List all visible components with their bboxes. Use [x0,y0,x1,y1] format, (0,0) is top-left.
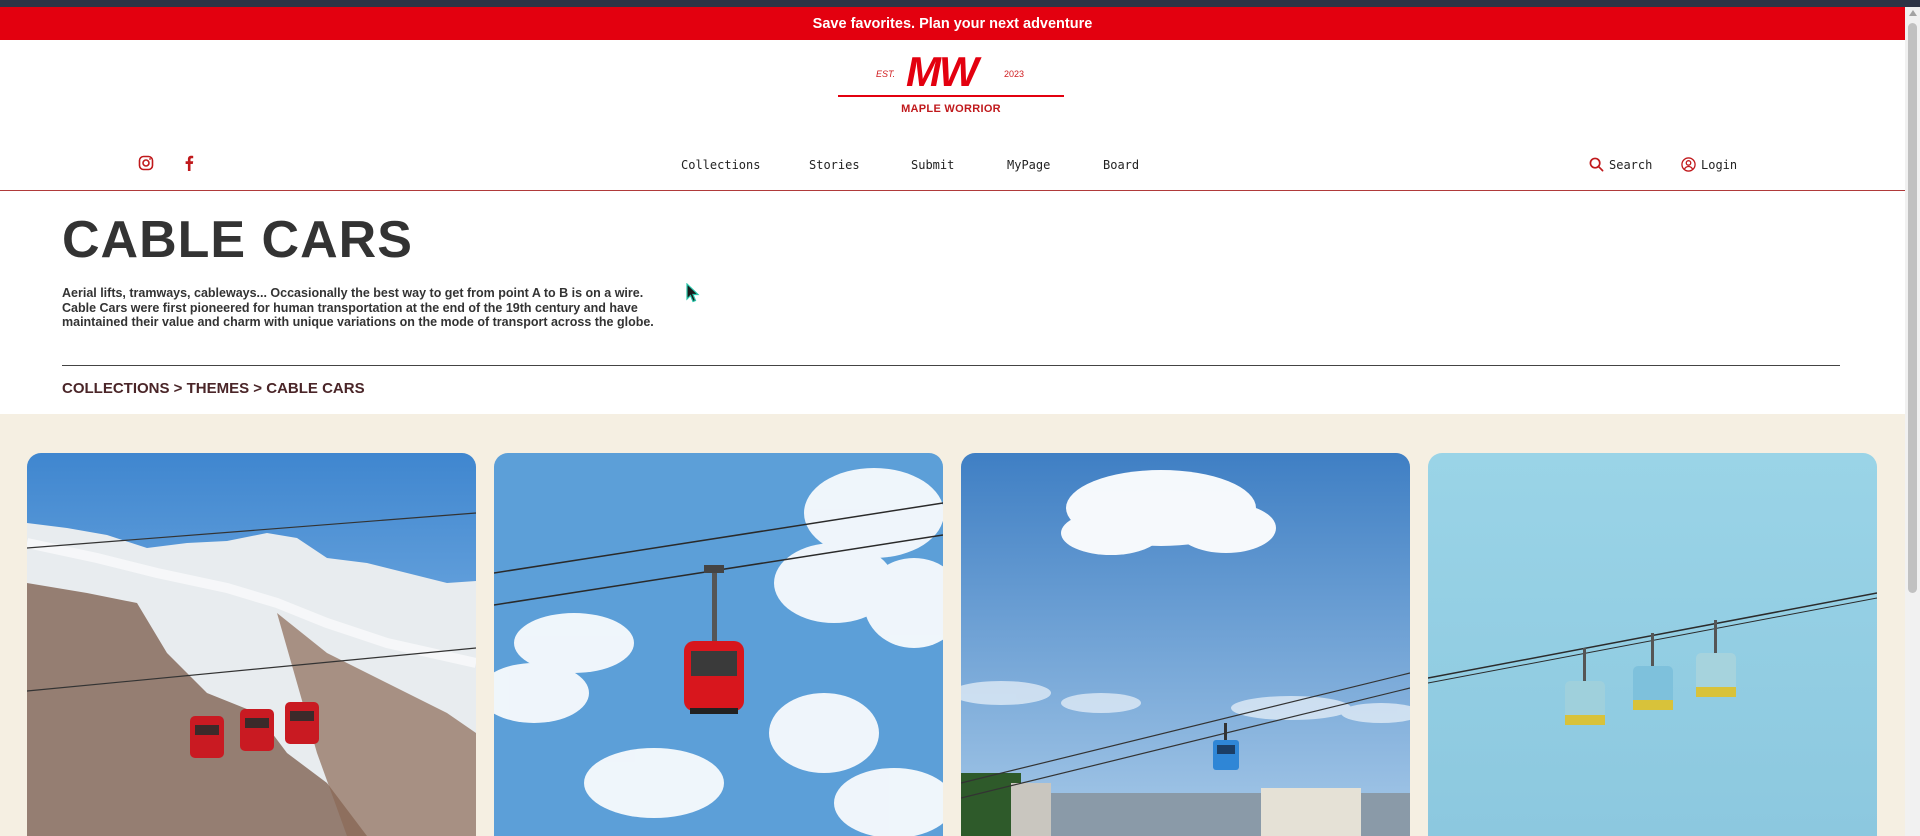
window-top-strip [0,0,1920,7]
promo-banner-text: Save favorites. Plan your next adventure [812,15,1093,32]
gallery-card[interactable] [27,453,476,836]
logo-name: MAPLE WORRIOR [901,103,1001,115]
breadcrumb-collections[interactable]: COLLECTIONS [62,380,170,397]
page-scrollbar[interactable] [1905,7,1920,836]
logo-est: EST. [876,69,896,79]
scrollbar-thumb[interactable] [1908,23,1917,593]
nav-submit[interactable]: Submit [911,158,954,172]
breadcrumb-current: CABLE CARS [266,380,365,397]
logo-rule [838,95,1064,97]
logo-year: 2023 [1004,69,1025,79]
gallery-card[interactable] [494,453,943,836]
facebook-link[interactable] [182,155,196,176]
facebook-icon [185,155,194,171]
instagram-link[interactable] [138,155,154,176]
nav-mypage[interactable]: MyPage [1007,158,1050,172]
gallery-card-image [961,453,1410,836]
breadcrumb-separator: > [173,380,187,397]
login-label: Login [1701,157,1738,172]
search-button[interactable]: Search [1589,157,1652,172]
nav-collections[interactable]: Collections [681,158,760,172]
gallery-card-image [27,453,476,836]
page-description: Aerial lifts, tramways, cableways... Occ… [62,286,654,329]
gallery-card-image [494,453,943,836]
header-divider [0,190,1905,191]
breadcrumb: COLLECTIONS > THEMES > CABLE CARS [62,380,365,397]
breadcrumb-separator: > [253,380,267,397]
gallery-card-image [1428,453,1877,836]
login-button[interactable]: Login [1681,157,1737,172]
user-icon [1681,157,1696,172]
gallery-card[interactable] [961,453,1410,836]
gallery-card[interactable] [1428,453,1877,836]
nav-board[interactable]: Board [1103,158,1139,172]
search-icon [1589,157,1604,172]
search-label: Search [1609,157,1653,172]
mouse-cursor-icon [686,282,700,308]
breadcrumb-themes[interactable]: THEMES [187,380,250,397]
nav-stories[interactable]: Stories [809,158,860,172]
logo-monogram: MW [906,48,979,95]
scroll-up-arrow-icon[interactable] [1909,10,1917,16]
content-divider [62,365,1840,366]
site-logo[interactable]: EST. MW 2023 MAPLE WORRIOR [838,51,1064,121]
instagram-icon [138,155,154,171]
promo-banner[interactable]: Save favorites. Plan your next adventure [0,7,1905,40]
page-title: CABLE CARS [62,211,413,269]
